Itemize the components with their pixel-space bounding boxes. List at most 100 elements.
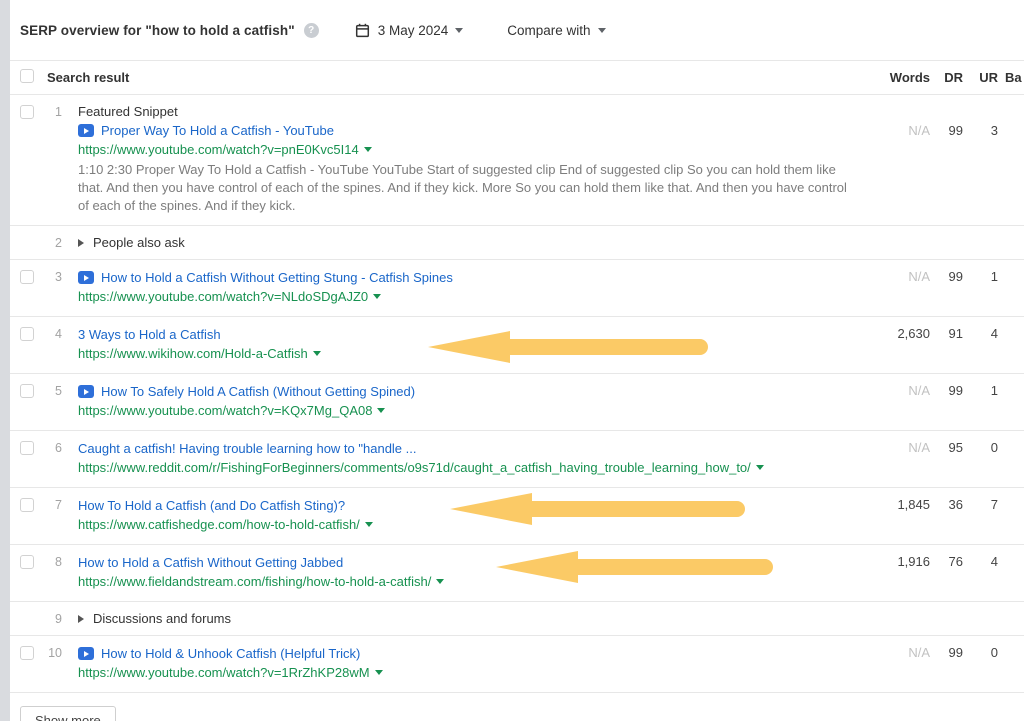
serp-feature-toggle[interactable]: People also ask (78, 235, 860, 250)
row-position: 3 (34, 268, 62, 284)
dr-value: 99 (930, 382, 963, 398)
column-header-words: Words (860, 70, 930, 85)
dr-value (930, 618, 963, 619)
result-title-link[interactable]: How to Hold & Unhook Catfish (Helpful Tr… (101, 644, 360, 663)
row-checkbox[interactable] (20, 646, 34, 660)
result-url[interactable]: https://www.catfishedge.com/how-to-hold-… (78, 515, 360, 534)
ur-value: 4 (963, 325, 998, 341)
result-url[interactable]: https://www.fieldandstream.com/fishing/h… (78, 572, 431, 591)
row-position: 8 (34, 553, 62, 569)
serp-feature-label: Discussions and forums (93, 611, 231, 626)
result-title-link[interactable]: Proper Way To Hold a Catfish - YouTube (101, 121, 334, 140)
row-position: 1 (34, 103, 62, 119)
url-dropdown-caret[interactable] (313, 351, 321, 356)
dr-value: 99 (930, 644, 963, 660)
row-checkbox[interactable] (20, 555, 34, 569)
ur-value: 0 (963, 644, 998, 660)
url-dropdown-caret[interactable] (377, 408, 385, 413)
result-url[interactable]: https://www.wikihow.com/Hold-a-Catfish (78, 344, 308, 363)
row-position: 5 (34, 382, 62, 398)
words-value: N/A (860, 103, 930, 138)
table-row: 3 How to Hold a Catfish Without Getting S… (10, 260, 1024, 317)
chevron-down-icon (455, 28, 463, 33)
url-dropdown-caret[interactable] (436, 579, 444, 584)
featured-snippet-label: Featured Snippet (78, 103, 860, 121)
row-position: 6 (34, 439, 62, 455)
table-row: 7 How To Hold a Catfish (and Do Catfish S… (10, 488, 1024, 545)
result-url[interactable]: https://www.youtube.com/watch?v=pnE0Kvc5… (78, 140, 359, 159)
select-all-checkbox[interactable] (20, 69, 34, 83)
video-play-icon (78, 647, 94, 660)
dr-value: 95 (930, 439, 963, 455)
row-position: 10 (34, 644, 62, 660)
words-value: N/A (860, 644, 930, 660)
dr-value (930, 242, 963, 243)
row-checkbox[interactable] (20, 105, 34, 119)
words-value: 1,916 (860, 553, 930, 569)
result-title-link[interactable]: Caught a catfish! Having trouble learnin… (78, 439, 417, 458)
words-value: 1,845 (860, 496, 930, 512)
date-picker[interactable]: 3 May 2024 (355, 23, 464, 38)
column-header-search-result: Search result (34, 70, 860, 85)
ur-value (963, 618, 998, 619)
result-title-link[interactable]: How To Hold a Catfish (and Do Catfish St… (78, 496, 345, 515)
row-checkbox[interactable] (20, 384, 34, 398)
page-title: SERP overview for "how to hold a catfish… (20, 23, 295, 38)
serp-feature-toggle[interactable]: Discussions and forums (78, 611, 860, 626)
compare-with-dropdown[interactable]: Compare with (507, 23, 605, 38)
words-value: 2,630 (860, 325, 930, 341)
url-dropdown-caret[interactable] (373, 294, 381, 299)
table-header-row: Search result Words DR UR Ba (10, 60, 1024, 95)
url-dropdown-caret[interactable] (756, 465, 764, 470)
words-value: N/A (860, 268, 930, 284)
table-row: 6 Caught a catfish! Having trouble learni… (10, 431, 1024, 488)
row-position: 7 (34, 496, 62, 512)
result-title-link[interactable]: How to Hold a Catfish Without Getting St… (101, 268, 453, 287)
help-icon[interactable]: ? (304, 23, 319, 38)
result-url[interactable]: https://www.reddit.com/r/FishingForBegin… (78, 458, 751, 477)
ur-value: 7 (963, 496, 998, 512)
dr-value: 99 (930, 103, 963, 138)
url-dropdown-caret[interactable] (365, 522, 373, 527)
url-dropdown-caret[interactable] (364, 147, 372, 152)
words-value (860, 618, 930, 619)
ur-value: 1 (963, 382, 998, 398)
result-url[interactable]: https://www.youtube.com/watch?v=1RrZhKP2… (78, 663, 370, 682)
words-value (860, 242, 930, 243)
show-more-button[interactable]: Show more (20, 706, 116, 721)
video-play-icon (78, 124, 94, 137)
url-dropdown-caret[interactable] (375, 670, 383, 675)
serp-overview-panel: SERP overview for "how to hold a catfish… (10, 0, 1024, 721)
dr-value: 91 (930, 325, 963, 341)
expand-icon (78, 239, 84, 247)
ur-value (963, 242, 998, 243)
dr-value: 76 (930, 553, 963, 569)
result-url[interactable]: https://www.youtube.com/watch?v=KQx7Mg_Q… (78, 401, 372, 420)
row-checkbox[interactable] (20, 327, 34, 341)
results-table-body: 1 Featured SnippetProper Way To Hold a Ca… (10, 95, 1024, 693)
result-url[interactable]: https://www.youtube.com/watch?v=NLdoSDgA… (78, 287, 368, 306)
serp-feature-row: 2 People also ask (10, 226, 1024, 260)
table-row: 1 Featured SnippetProper Way To Hold a Ca… (10, 95, 1024, 226)
ur-value: 4 (963, 553, 998, 569)
table-row: 5 How To Safely Hold A Catfish (Without G… (10, 374, 1024, 431)
ur-value: 0 (963, 439, 998, 455)
toolbar: SERP overview for "how to hold a catfish… (10, 0, 1024, 60)
video-play-icon (78, 385, 94, 398)
compare-with-label: Compare with (507, 23, 590, 38)
row-position: 9 (34, 612, 62, 626)
result-title-link[interactable]: How To Safely Hold A Catfish (Without Ge… (101, 382, 415, 401)
table-row: 8 How to Hold a Catfish Without Getting J… (10, 545, 1024, 602)
table-row: 4 3 Ways to Hold a Catfishhttps://www.wik… (10, 317, 1024, 374)
ur-value: 3 (963, 103, 998, 138)
result-title-link[interactable]: 3 Ways to Hold a Catfish (78, 325, 221, 344)
serp-feature-row: 9 Discussions and forums (10, 602, 1024, 636)
result-title-link[interactable]: How to Hold a Catfish Without Getting Ja… (78, 553, 343, 572)
row-checkbox[interactable] (20, 270, 34, 284)
date-picker-value: 3 May 2024 (378, 23, 449, 38)
column-header-dr: DR (930, 70, 963, 85)
row-checkbox[interactable] (20, 498, 34, 512)
row-checkbox[interactable] (20, 441, 34, 455)
row-position: 2 (34, 236, 62, 250)
serp-overview-page: SERP overview for "how to hold a catfish… (0, 0, 1024, 721)
